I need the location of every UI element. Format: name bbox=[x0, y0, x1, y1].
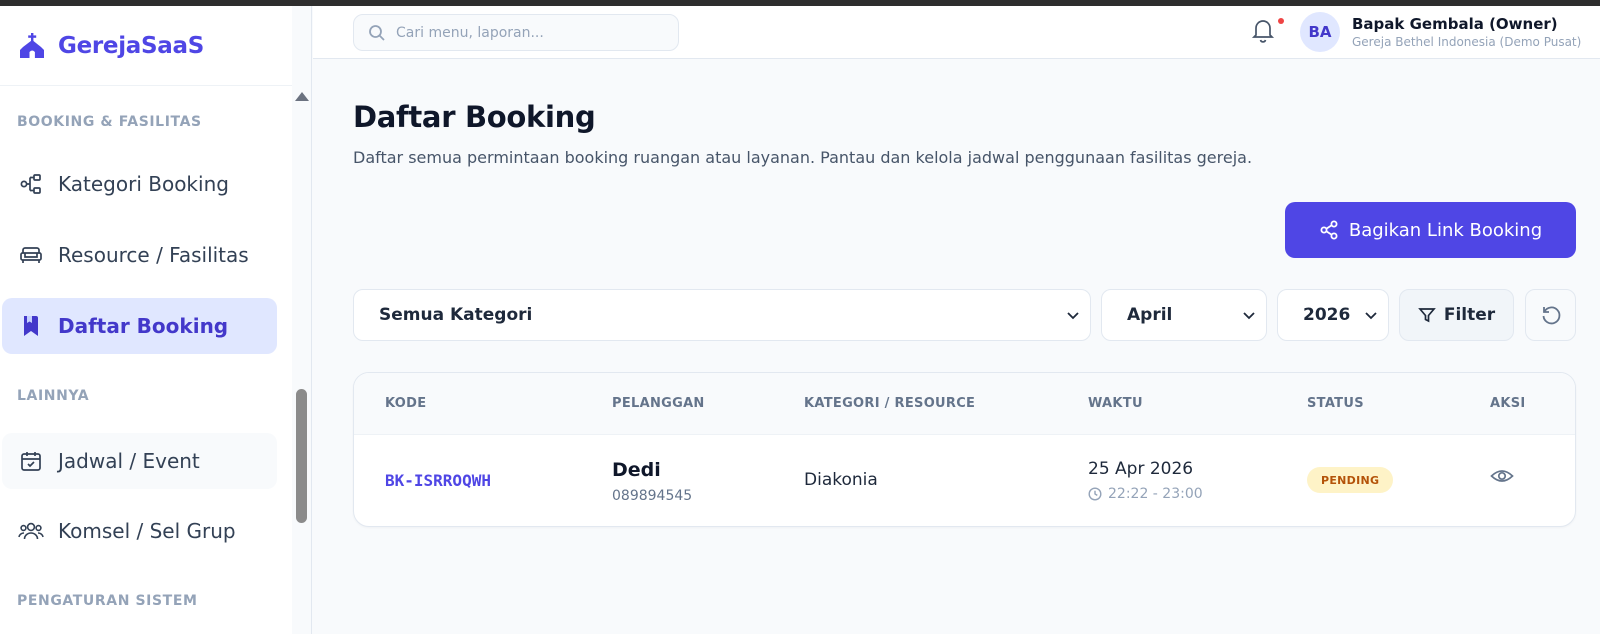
filter-button[interactable]: Filter bbox=[1399, 289, 1514, 341]
column-header-aksi: AKSI bbox=[1490, 396, 1526, 411]
year-select[interactable]: 2026 bbox=[1277, 289, 1389, 341]
chevron-down-icon bbox=[1365, 312, 1377, 320]
filter-button-label: Filter bbox=[1443, 305, 1496, 325]
calendar-check-icon bbox=[18, 448, 44, 474]
brand-name: GerejaSaaS bbox=[58, 32, 204, 59]
category-select[interactable]: Semua Kategori bbox=[353, 289, 1091, 341]
brand[interactable]: GerejaSaaS bbox=[0, 6, 311, 86]
scroll-up-arrow-icon[interactable] bbox=[295, 92, 309, 101]
booking-code-link[interactable]: BK-ISRROQWH bbox=[385, 471, 491, 490]
bookmark-icon bbox=[18, 313, 44, 339]
chevron-down-icon bbox=[1243, 312, 1255, 320]
share-icon bbox=[1320, 220, 1338, 240]
share-booking-link-button[interactable]: Bagikan Link Booking bbox=[1285, 202, 1576, 258]
column-header-kode: KODE bbox=[385, 396, 427, 411]
user-name[interactable]: Bapak Gembala (Owner) bbox=[1352, 15, 1558, 33]
share-button-label: Bagikan Link Booking bbox=[1348, 219, 1543, 241]
church-icon bbox=[20, 32, 44, 58]
sidebar-item-label: Kategori Booking bbox=[58, 172, 229, 196]
booking-time-text: 22:22 - 23:00 bbox=[1108, 486, 1203, 502]
column-header-kategori-resource: KATEGORI / RESOURCE bbox=[804, 396, 976, 411]
funnel-icon bbox=[1418, 308, 1436, 323]
category-select-value: Semua Kategori bbox=[379, 305, 533, 325]
eye-icon bbox=[1490, 470, 1514, 482]
nodes-icon bbox=[18, 171, 44, 197]
section-pengaturan-sistem: PENGATURAN SISTEM bbox=[17, 593, 198, 609]
booking-table: KODE PELANGGAN KATEGORI / RESOURCE WAKTU… bbox=[353, 372, 1576, 527]
sidebar-item-label: Komsel / Sel Grup bbox=[58, 519, 236, 543]
booking-date: 25 Apr 2026 bbox=[1088, 459, 1194, 479]
month-select-value: April bbox=[1127, 305, 1173, 325]
booking-time: 22:22 - 23:00 bbox=[1088, 486, 1203, 502]
column-header-waktu: WAKTU bbox=[1088, 396, 1143, 411]
column-header-pelanggan: PELANGGAN bbox=[612, 396, 705, 411]
search-input[interactable] bbox=[396, 24, 656, 41]
sidebar-scroll-thumb[interactable] bbox=[296, 389, 307, 523]
table-header: KODE PELANGGAN KATEGORI / RESOURCE WAKTU… bbox=[354, 373, 1575, 435]
sidebar-item-label: Resource / Fasilitas bbox=[58, 243, 249, 267]
sidebar-item-label: Jadwal / Event bbox=[58, 449, 200, 473]
month-select[interactable]: April bbox=[1101, 289, 1267, 341]
sidebar-item-label: Daftar Booking bbox=[58, 314, 229, 338]
top-header: BA Bapak Gembala (Owner) Gereja Bethel I… bbox=[313, 6, 1600, 59]
search-box[interactable] bbox=[353, 14, 679, 51]
page-description: Daftar semua permintaan booking ruangan … bbox=[353, 148, 1253, 167]
year-select-value: 2026 bbox=[1303, 305, 1351, 325]
customer-name: Dedi bbox=[612, 459, 661, 481]
notification-dot bbox=[1278, 18, 1284, 24]
sidebar-item-daftar-booking[interactable]: Daftar Booking bbox=[2, 298, 277, 354]
reset-filter-button[interactable] bbox=[1525, 289, 1576, 341]
users-icon bbox=[18, 518, 44, 544]
chevron-down-icon bbox=[1067, 312, 1079, 320]
search-icon bbox=[369, 24, 385, 41]
page-title: Daftar Booking bbox=[353, 100, 596, 134]
section-booking-fasilitas: BOOKING & FASILITAS bbox=[17, 114, 202, 130]
customer-phone: 089894545 bbox=[612, 488, 693, 504]
sofa-icon bbox=[18, 242, 44, 268]
avatar[interactable]: BA bbox=[1300, 12, 1340, 52]
sidebar-item-kategori-booking[interactable]: Kategori Booking bbox=[2, 156, 277, 212]
user-organization: Gereja Bethel Indonesia (Demo Pusat) bbox=[1352, 35, 1582, 49]
sidebar-item-komsel-sel-grup[interactable]: Komsel / Sel Grup bbox=[2, 503, 277, 559]
sidebar-item-resource-fasilitas[interactable]: Resource / Fasilitas bbox=[2, 227, 277, 283]
reset-icon bbox=[1542, 306, 1560, 325]
sidebar-item-jadwal-event[interactable]: Jadwal / Event bbox=[2, 433, 277, 489]
status-badge: PENDING bbox=[1307, 467, 1394, 493]
bell-icon[interactable] bbox=[1250, 16, 1276, 44]
sidebar: GerejaSaaS BOOKING & FASILITAS Kategori … bbox=[0, 6, 312, 634]
column-header-status: STATUS bbox=[1307, 396, 1364, 411]
booking-category: Diakonia bbox=[804, 470, 878, 490]
view-detail-button[interactable] bbox=[1490, 466, 1514, 490]
clock-icon bbox=[1088, 487, 1102, 501]
section-lainnya: LAINNYA bbox=[17, 388, 90, 404]
